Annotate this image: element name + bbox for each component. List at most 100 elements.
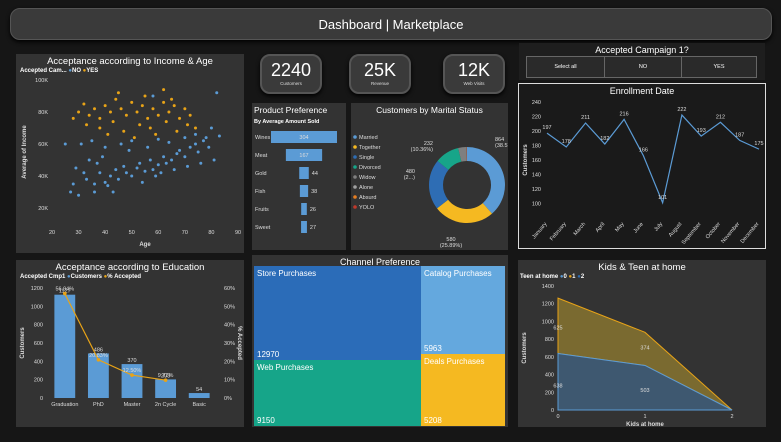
- scatter-point: [111, 120, 115, 124]
- scatter-point: [103, 145, 107, 149]
- y-tick-label: 200: [545, 390, 554, 396]
- scatter-point: [93, 107, 97, 111]
- scatter-point: [85, 123, 89, 127]
- scatter-point: [116, 91, 120, 95]
- scatter-point: [170, 158, 174, 162]
- scatter-point: [74, 166, 78, 170]
- y-tick-label: 100: [532, 202, 541, 208]
- y-axis-label: Customers: [523, 144, 529, 176]
- enrollment-panel: Enrollment Date 100 120 140 160 180 200 220 240…: [518, 83, 766, 249]
- funnel-bar: [301, 221, 307, 233]
- treemap-store[interactable]: Store Purchases 12970: [254, 266, 421, 360]
- scatter-point: [159, 171, 163, 175]
- y2-tick-label: 40%: [224, 323, 235, 329]
- x-tick-label: August: [668, 221, 684, 238]
- y-tick-label: 400: [34, 359, 43, 365]
- channel-preference-panel: Channel Preference Store Purchases 12970…: [252, 255, 508, 427]
- y-tick-label: 200: [34, 378, 43, 384]
- enrollment-value-label: 178: [562, 139, 571, 145]
- y2-tick-label: 60%: [224, 286, 235, 292]
- scatter-point: [93, 190, 97, 194]
- scatter-point: [212, 158, 216, 162]
- scatter-point: [154, 132, 158, 136]
- kpi-web-visits: 12K Web Visits: [443, 54, 505, 94]
- funnel-bar: [301, 203, 307, 215]
- scatter-point: [215, 91, 219, 95]
- scatter-point: [130, 100, 134, 104]
- scatter-point: [186, 164, 190, 168]
- accepted-pct-line: [64, 293, 166, 381]
- scatter-point: [132, 136, 136, 140]
- enrollment-value-label: 212: [716, 114, 725, 120]
- scatter-point: [93, 182, 97, 186]
- scatter-point: [103, 180, 107, 184]
- x-tick-label: April: [595, 221, 607, 233]
- x-tick-label: 2: [730, 414, 733, 420]
- kids-area-chart: 0 200 400 600 800 1000 1200 1400 0 1 2 Kids at home…: [522, 284, 734, 427]
- x-tick-label: 90: [235, 230, 241, 236]
- x-tick-label: 20: [49, 230, 55, 236]
- scatter-point: [167, 110, 171, 114]
- scatter-point: [175, 152, 179, 156]
- scatter-point: [156, 163, 160, 167]
- slicer-yes[interactable]: YES: [681, 56, 757, 78]
- scatter-point: [82, 102, 86, 106]
- page-header: Dashboard | Marketplace: [10, 8, 772, 40]
- area-data-label: 503: [640, 388, 649, 394]
- funnel-category-label: Meat: [255, 153, 268, 159]
- y-axis-label: Customers: [20, 327, 26, 359]
- enrollment-value-label: 193: [697, 128, 706, 134]
- scatter-point: [90, 139, 94, 143]
- y-tick-label: 1000: [31, 304, 43, 310]
- enrollment-line-chart: 100 120 140 160 180 200 220 240 Customers 197 Janu…: [523, 100, 764, 246]
- education-panel: Acceptance according to Education Accept…: [16, 260, 244, 427]
- scatter-point: [151, 94, 155, 98]
- donut-data-label: 480 (2...): [404, 169, 415, 181]
- education-value-label: 370: [127, 358, 136, 364]
- scatter-point: [178, 116, 182, 120]
- campaign-slicer-title: Accepted Campaign 1?: [595, 45, 689, 55]
- scatter-point: [154, 174, 158, 178]
- treemap-deals[interactable]: Deals Purchases 5208: [421, 354, 505, 426]
- y-tick-label: 240: [532, 100, 541, 106]
- x-axis-label: Age: [139, 242, 151, 248]
- y-tick-label: 100K: [35, 78, 48, 84]
- page-title: Dashboard | Marketplace: [318, 16, 464, 32]
- enrollment-value-label: 211: [581, 115, 590, 121]
- donut-legend-marker: [353, 135, 357, 139]
- slicer-no[interactable]: NO: [604, 56, 682, 78]
- x-tick-label: Master: [124, 402, 141, 408]
- x-tick-label: May: [614, 221, 625, 233]
- scatter-point: [85, 177, 89, 181]
- y-tick-label: 220: [532, 115, 541, 121]
- treemap-web[interactable]: Web Purchases 9150: [254, 360, 421, 426]
- enrollment-value-label: 175: [754, 141, 763, 147]
- x-tick-label: Basic: [192, 402, 206, 408]
- funnel-category-label: Sweet: [255, 225, 271, 231]
- scatter-point: [116, 177, 120, 181]
- marital-title: Customers by Marital Status: [376, 105, 483, 115]
- scatter-point: [138, 123, 142, 127]
- donut-legend-marker: [353, 195, 357, 199]
- x-tick-label: 60: [155, 230, 161, 236]
- kids-teen-panel: Kids & Teen at home Teen at home ●0 ●1 ●…: [518, 260, 766, 427]
- x-tick-label: 1: [643, 414, 646, 420]
- slicer-select-all[interactable]: Select all: [526, 56, 605, 78]
- scatter-point: [162, 155, 166, 159]
- y2-tick-label: 50%: [224, 304, 235, 310]
- enrollment-title: Enrollment Date: [609, 86, 675, 96]
- scatter-point: [183, 136, 187, 140]
- scatter-point: [135, 166, 139, 170]
- scatter-point: [199, 161, 203, 165]
- scatter-point: [148, 126, 152, 130]
- scatter-point: [111, 190, 115, 194]
- treemap-catalog[interactable]: Catalog Purchases 5963: [421, 266, 505, 354]
- donut-data-label: 580 (25.89%): [440, 237, 462, 249]
- x-tick-label: 2n Cycle: [155, 402, 176, 408]
- y-tick-label: 1200: [542, 302, 554, 308]
- scatter-point: [201, 139, 205, 143]
- scatter-point: [172, 168, 176, 172]
- kpi-revenue: 25K Revenue: [349, 54, 411, 94]
- funnel-category-label: Fruits: [255, 207, 269, 213]
- product-subtitle: By Average Amount Sold: [254, 119, 320, 125]
